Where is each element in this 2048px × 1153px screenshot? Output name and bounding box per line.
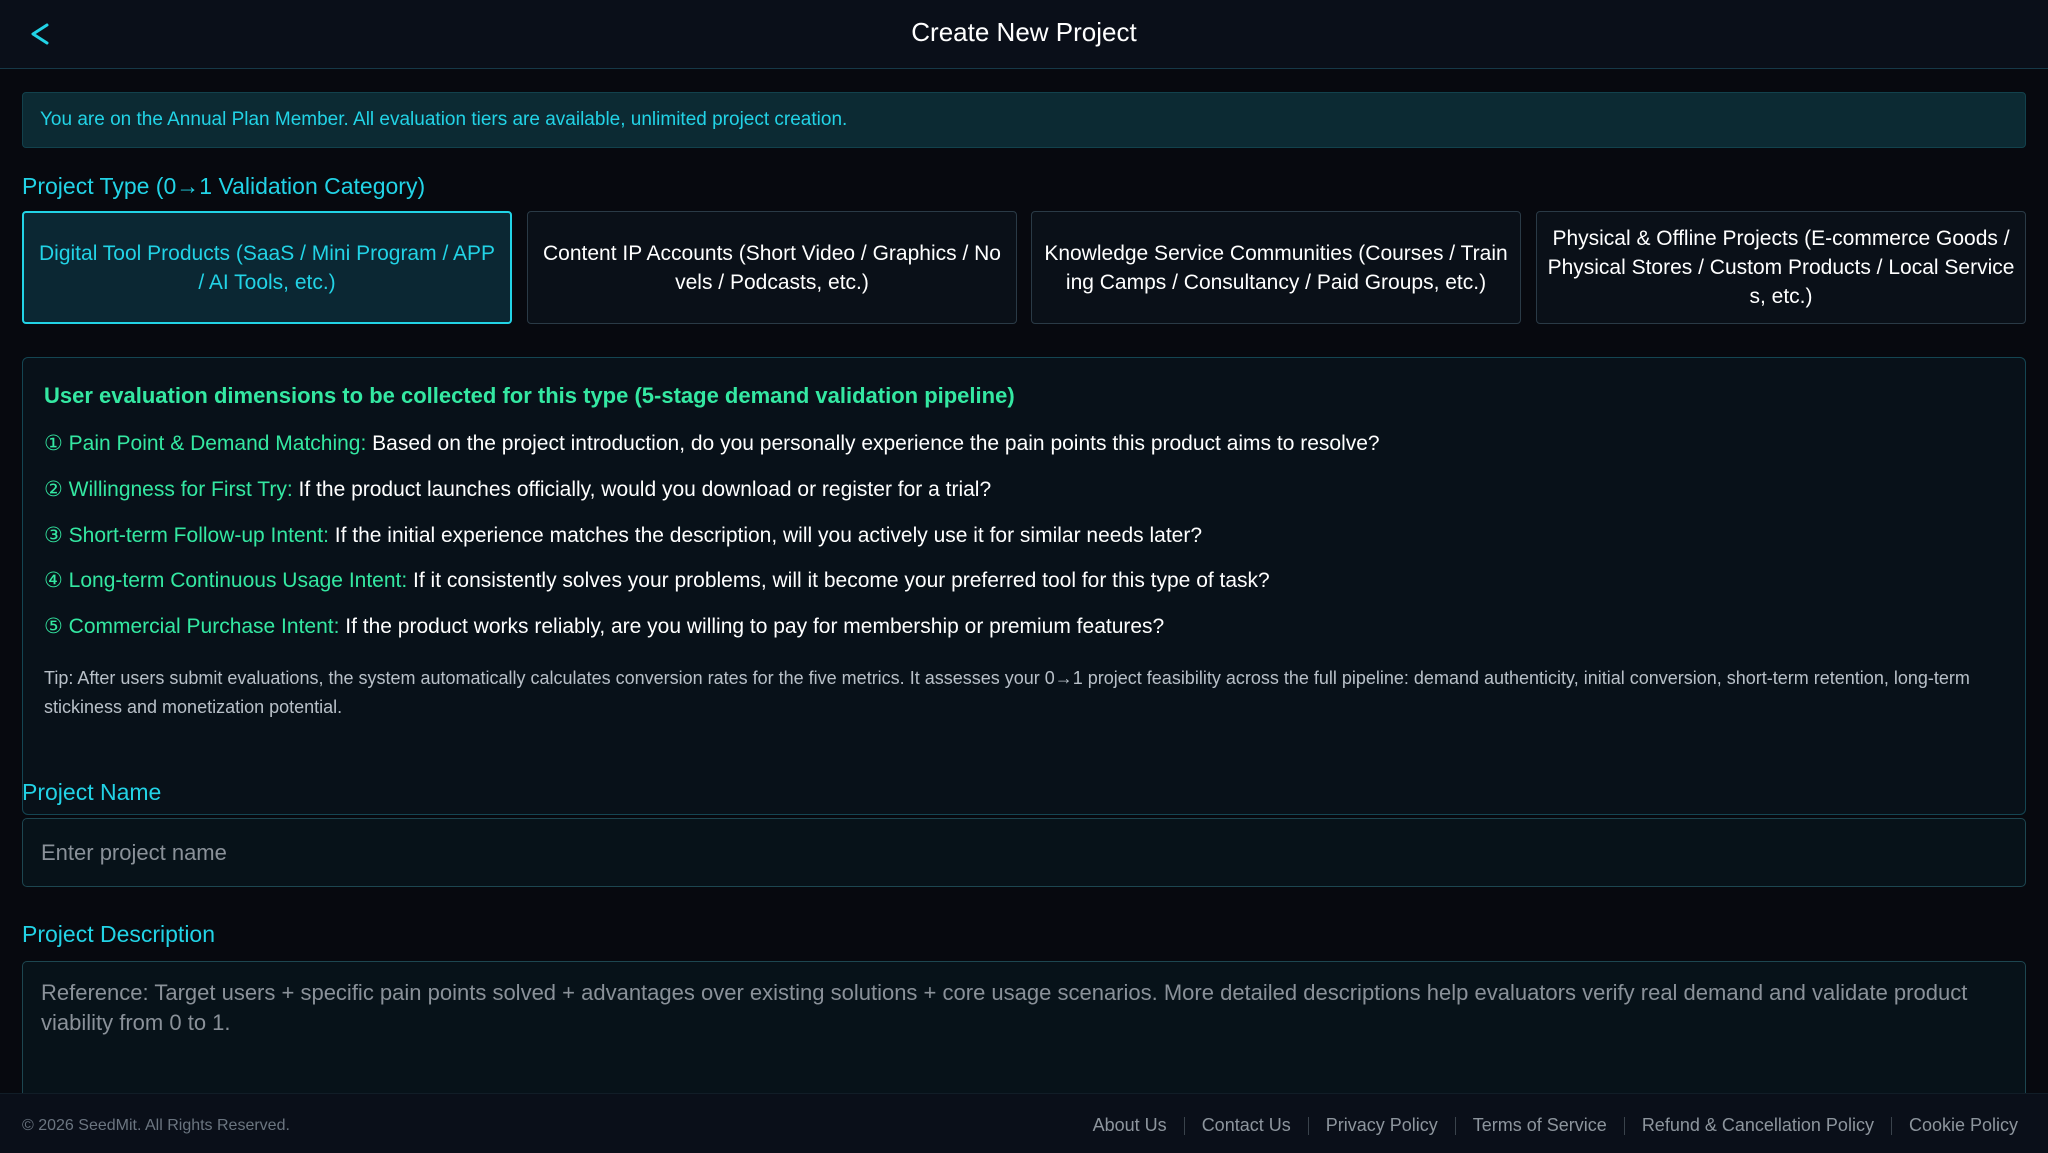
footer-divider <box>1183 1116 1185 1135</box>
project-type-option-label: Digital Tool Products (SaaS / Mini Progr… <box>39 241 495 294</box>
dimension-label: ⑤ Commercial Purchase Intent: <box>44 615 340 638</box>
project-type-option-label: Knowledge Service Communities (Courses /… <box>1044 241 1508 294</box>
dimension-item: ④ Long-term Continuous Usage Intent: If … <box>44 568 1270 593</box>
dimension-item: ⑤ Commercial Purchase Intent: If the pro… <box>44 614 1164 639</box>
page-title: Create New Project <box>911 17 1137 47</box>
project-type-digital-tools[interactable]: Digital Tool Products (SaaS / Mini Progr… <box>22 211 512 324</box>
footer-link-terms[interactable]: Terms of Service <box>1473 1115 1607 1136</box>
dimension-question: Based on the project introduction, do yo… <box>372 432 1380 455</box>
project-type-physical-offline[interactable]: Physical & Offline Projects (E-commerce … <box>1536 211 2026 324</box>
footer-link-cookie[interactable]: Cookie Policy <box>1909 1115 2018 1136</box>
project-type-option-label: Physical & Offline Projects (E-commerce … <box>1547 227 2015 308</box>
dimension-label: ④ Long-term Continuous Usage Intent: <box>44 569 408 592</box>
top-bar: Create New Project <box>0 0 2048 69</box>
dimension-item: ③ Short-term Follow-up Intent: If the in… <box>44 523 1202 548</box>
footer-divider <box>1623 1116 1625 1135</box>
footer-links: About Us Contact Us Privacy Policy Terms… <box>1093 1115 2018 1136</box>
project-name-label: Project Name <box>22 779 162 805</box>
dimension-item: ② Willingness for First Try: If the prod… <box>44 477 991 502</box>
project-type-label: Project Type (0→1 Validation Category) <box>22 173 426 199</box>
footer: © 2026 SeedMit. All Rights Reserved. Abo… <box>0 1093 2048 1153</box>
footer-link-contact[interactable]: Contact Us <box>1202 1115 1291 1136</box>
dimension-question: If the product launches officially, woul… <box>298 478 992 501</box>
footer-divider <box>1454 1116 1456 1135</box>
footer-divider <box>1890 1116 1892 1135</box>
dimension-question: If the product works reliably, are you w… <box>345 615 1165 638</box>
membership-notice-text: You are on the Annual Plan Member. All e… <box>40 109 848 130</box>
evaluation-dimensions-panel: User evaluation dimensions to be collect… <box>22 357 2026 815</box>
dimension-label: ① Pain Point & Demand Matching: <box>44 432 367 455</box>
dimension-label: ③ Short-term Follow-up Intent: <box>44 524 329 547</box>
membership-notice: You are on the Annual Plan Member. All e… <box>22 92 2026 148</box>
dimension-item: ① Pain Point & Demand Matching: Based on… <box>44 431 1380 456</box>
dimensions-title: User evaluation dimensions to be collect… <box>44 383 1015 408</box>
project-description-label: Project Description <box>22 921 216 947</box>
footer-link-about[interactable]: About Us <box>1093 1115 1167 1136</box>
dimension-label: ② Willingness for First Try: <box>44 478 293 501</box>
project-type-options: Digital Tool Products (SaaS / Mini Progr… <box>22 211 2026 324</box>
footer-link-privacy[interactable]: Privacy Policy <box>1326 1115 1438 1136</box>
project-name-input[interactable] <box>22 818 2026 887</box>
dimensions-tip: Tip: After users submit evaluations, the… <box>44 668 1970 717</box>
footer-link-refund[interactable]: Refund & Cancellation Policy <box>1642 1115 1874 1136</box>
copyright-text: © 2026 SeedMit. All Rights Reserved. <box>22 1117 290 1134</box>
dimension-question: If the initial experience matches the de… <box>334 524 1203 547</box>
project-type-knowledge-service[interactable]: Knowledge Service Communities (Courses /… <box>1031 211 1521 324</box>
project-type-option-label: Content IP Accounts (Short Video / Graph… <box>543 241 1001 294</box>
dimension-question: If it consistently solves your problems,… <box>413 569 1270 592</box>
footer-divider <box>1307 1116 1309 1135</box>
project-type-content-ip[interactable]: Content IP Accounts (Short Video / Graph… <box>527 211 1017 324</box>
